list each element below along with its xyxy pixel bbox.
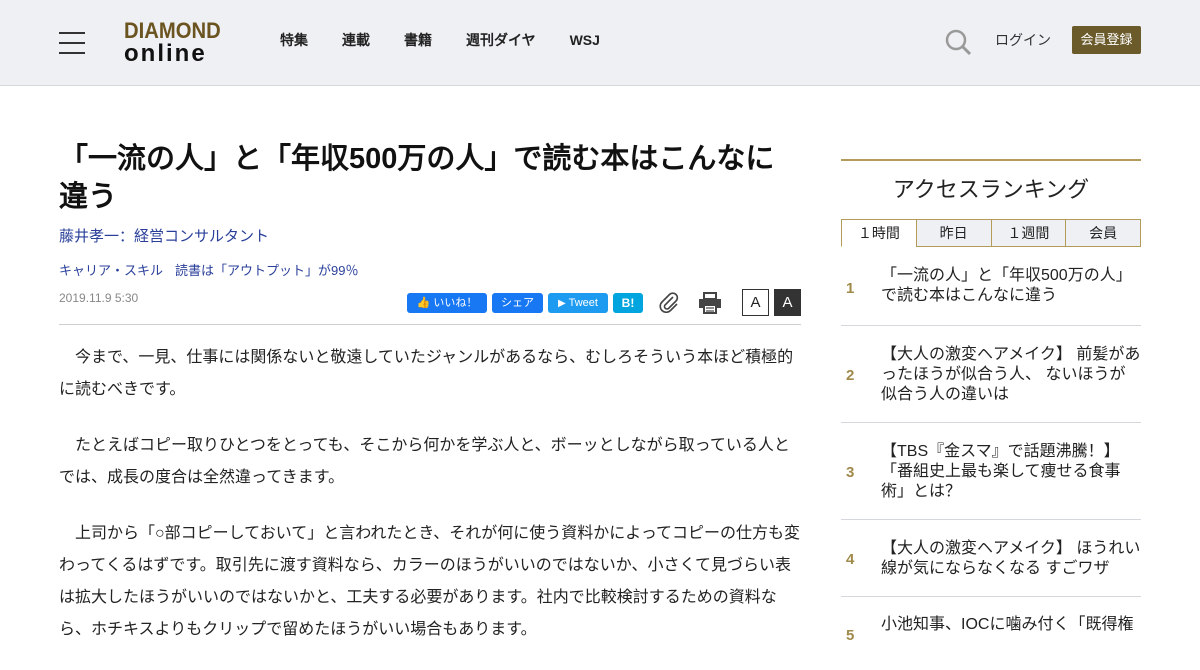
logo-line2: online xyxy=(124,40,207,67)
ranking-list: 1 「一流の人」と「年収500万の人」で読む本はこんなに違う 2 【大人の激変ヘ… xyxy=(841,256,1141,657)
article-divider xyxy=(59,324,801,325)
ranking-item[interactable]: 5 小池知事、IOCに噛み付く「既得権 xyxy=(841,597,1141,657)
paperclip-icon[interactable] xyxy=(658,291,680,317)
ranking-tabs: １時間 昨日 １週間 会員 xyxy=(841,219,1141,247)
nav-item-weekly-diamond[interactable]: 週刊ダイヤ xyxy=(466,30,536,50)
tab-yesterday[interactable]: 昨日 xyxy=(915,219,992,247)
register-button[interactable]: 会員登録 xyxy=(1072,26,1141,54)
breadcrumb-series[interactable]: 読書は「アウトプット」が99％ xyxy=(175,262,358,280)
print-icon[interactable] xyxy=(698,292,722,318)
nav-item-shoseki[interactable]: 書籍 xyxy=(404,30,432,50)
article-paragraph: たとえばコピー取りひとつをとっても、そこから何かを学ぶ人と、ボーッとしながら取っ… xyxy=(59,437,790,486)
tweet-button[interactable]: ▶ Tweet xyxy=(548,293,608,313)
twitter-bird-icon: ▶ xyxy=(558,298,566,309)
rank-headline: 「一流の人」と「年収500万の人」で読む本はこんなに違う xyxy=(881,267,1132,304)
ranking-title: アクセスランキング xyxy=(892,177,1090,202)
search-icon[interactable] xyxy=(944,28,972,56)
rank-number: 2 xyxy=(846,367,855,384)
site-logo[interactable]: DIAMOND online xyxy=(124,20,228,66)
hatena-bookmark-button[interactable]: B! xyxy=(613,293,643,313)
tab-members[interactable]: 会員 xyxy=(1065,219,1141,247)
ranking-item[interactable]: 1 「一流の人」と「年収500万の人」で読む本はこんなに違う xyxy=(841,256,1141,326)
nav-item-tokushu[interactable]: 特集 xyxy=(280,30,308,50)
article-title: 「一流の人」と「年収500万の人」で読む本はこんなに違う xyxy=(59,143,775,213)
rank-number: 4 xyxy=(846,551,855,568)
share-bar: 👍 いいね！ シェア ▶ Tweet B! xyxy=(407,293,648,313)
publish-date: 2019.11.9 5:30 xyxy=(59,291,139,305)
tab-1-hour[interactable]: １時間 xyxy=(841,219,917,247)
ranking-item[interactable]: 2 【大人の激変ヘアメイク】 前髪があったほうが似合う人、 ないほうが似合う人の… xyxy=(841,326,1141,423)
nav-item-wsj[interactable]: WSJ xyxy=(570,30,600,50)
article-body: 今まで、一見、仕事には関係ないと敬遠していたジャンルがあるなら、むしろそういう本… xyxy=(59,342,801,670)
rank-headline: 小池知事、IOCに噛み付く「既得権 xyxy=(881,616,1134,633)
article-paragraph: 上司から「○部コピーしておいて」と言われたとき、それが何に使う資料かによってコピ… xyxy=(59,525,801,638)
site-header: DIAMOND online 特集 連載 書籍 週刊ダイヤ WSJ ログイン 会… xyxy=(0,0,1200,86)
facebook-like-button[interactable]: 👍 いいね！ xyxy=(407,293,487,313)
nav-item-rensai[interactable]: 連載 xyxy=(342,30,370,50)
font-size-small-button[interactable]: A xyxy=(742,289,769,316)
main-nav: 特集 連載 書籍 週刊ダイヤ WSJ xyxy=(280,30,634,50)
facebook-like-label: いいね！ xyxy=(433,297,478,309)
rank-number: 3 xyxy=(846,464,855,481)
tab-1-week[interactable]: １週間 xyxy=(990,219,1067,247)
rank-headline: 【大人の激変ヘアメイク】 ほうれい線が気にならなくなる すごワザ xyxy=(881,540,1141,577)
menu-icon[interactable] xyxy=(59,32,85,54)
rank-headline: 【大人の激変ヘアメイク】 前髪があったほうが似合う人、 ないほうが似合う人の違い… xyxy=(881,346,1141,403)
tweet-label: Tweet xyxy=(568,297,598,309)
article-paragraph: 今まで、一見、仕事には関係ないと敬遠していたジャンルがあるなら、むしろそういう本… xyxy=(59,349,794,398)
breadcrumb-category[interactable]: キャリア・スキル xyxy=(59,262,163,280)
thumbs-up-icon: 👍 xyxy=(416,297,431,309)
rank-headline: 【TBS『金スマ』で話題沸騰！】「番組史上最も楽して痩せる食事術」とは？ xyxy=(881,443,1121,500)
facebook-share-button[interactable]: シェア xyxy=(492,293,543,313)
ranking-item[interactable]: 4 【大人の激変ヘアメイク】 ほうれい線が気にならなくなる すごワザ xyxy=(841,520,1141,597)
author-link[interactable]: 藤井孝一：経営コンサルタント xyxy=(59,227,269,247)
logo-line1: DIAMOND xyxy=(124,18,221,43)
font-size-large-button[interactable]: A xyxy=(774,289,801,316)
breadcrumb: キャリア・スキル 読書は「アウトプット」が99％ xyxy=(59,262,370,280)
ranking-item[interactable]: 3 【TBS『金スマ』で話題沸騰！】「番組史上最も楽して痩せる食事術」とは？ xyxy=(841,423,1141,520)
ranking-top-rule xyxy=(841,159,1141,161)
login-link[interactable]: ログイン xyxy=(995,31,1051,49)
rank-number: 1 xyxy=(846,280,855,297)
